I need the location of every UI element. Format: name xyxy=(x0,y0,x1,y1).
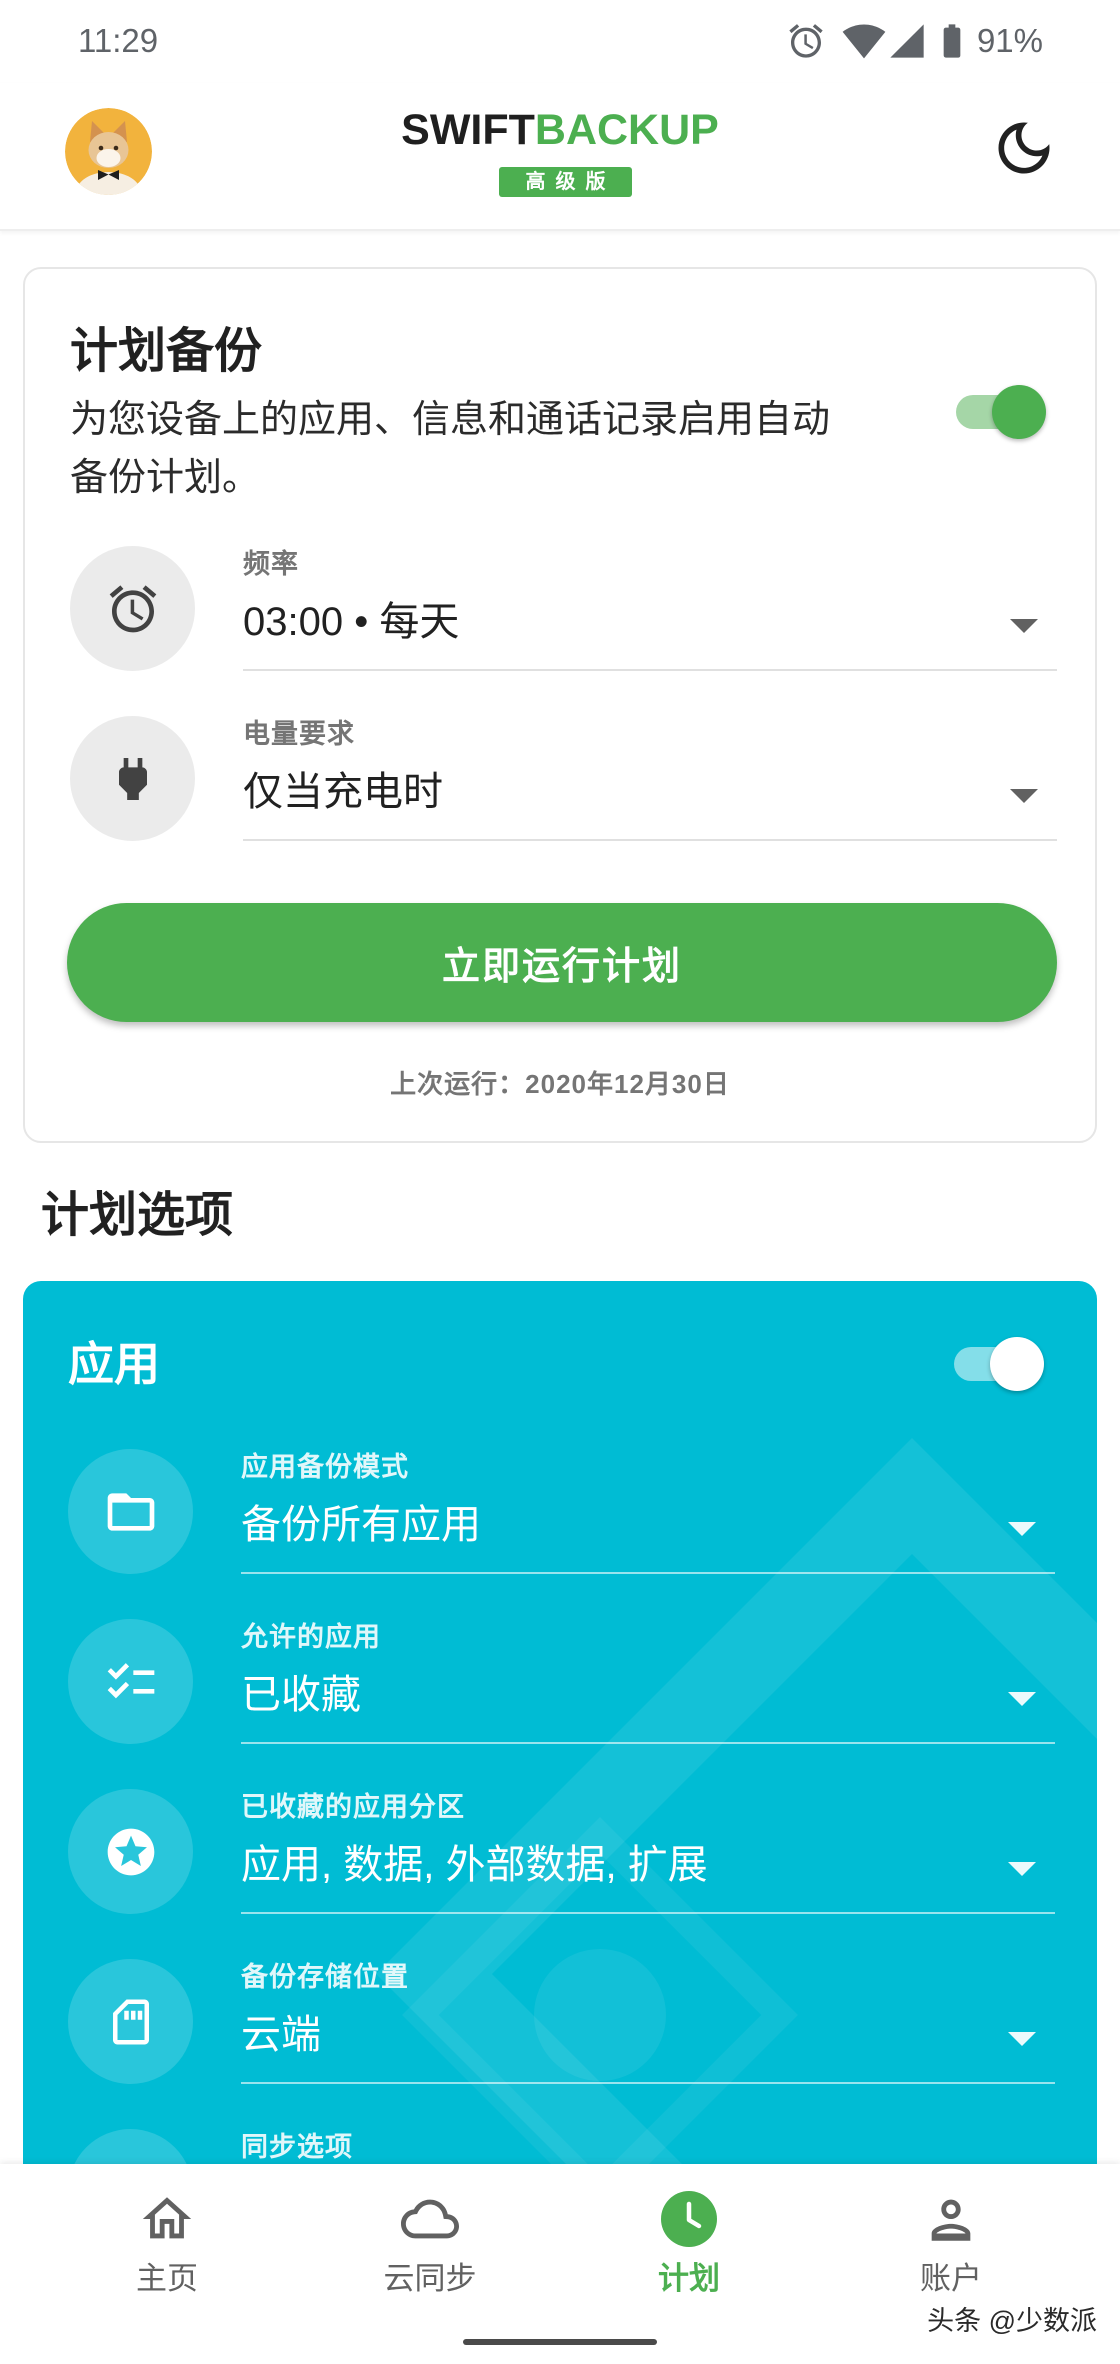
person-icon xyxy=(922,2190,980,2248)
sd-card-icon xyxy=(68,1959,193,2084)
setting-value: 已收藏 xyxy=(241,1673,361,1717)
setting-label: 电量要求 xyxy=(243,719,355,749)
setting-row-favorite-app-parts[interactable]: 已收藏的应用分区 应用, 数据, 外部数据, 扩展 xyxy=(68,1789,1055,1914)
setting-value: 应用, 数据, 外部数据, 扩展 xyxy=(241,1843,708,1887)
setting-label: 应用备份模式 xyxy=(241,1452,409,1482)
setting-label: 频率 xyxy=(243,549,299,579)
nav-label: 计划 xyxy=(658,2261,720,2296)
dropdown-arrow-icon xyxy=(1008,1692,1036,1706)
schedule-backup-card: 计划备份 为您设备上的应用、信息和通话记录启用自动备份计划。 频率 03:00 … xyxy=(23,267,1097,1143)
nav-item-schedule[interactable]: 计划 xyxy=(589,2164,789,2314)
schedule-clock-icon xyxy=(660,2190,718,2248)
card-title: 计划备份 xyxy=(70,325,263,378)
status-icons: 91% xyxy=(786,20,1043,62)
alarm-icon xyxy=(786,21,826,61)
setting-row-backup-location[interactable]: 备份存储位置 云端 xyxy=(68,1959,1055,2084)
edition-badge: 高级版 xyxy=(499,167,632,197)
nav-label: 云同步 xyxy=(383,2261,477,2296)
divider xyxy=(241,2082,1055,2084)
setting-label: 已收藏的应用分区 xyxy=(241,1792,465,1822)
battery-percentage: 91% xyxy=(976,22,1043,59)
setting-value: 备份所有应用 xyxy=(241,1503,481,1547)
last-run-text: 上次运行：2020年12月30日 xyxy=(390,1069,730,1099)
schedule-enable-toggle[interactable] xyxy=(956,385,1046,439)
star-circle-icon xyxy=(68,1789,193,1914)
nav-item-cloud-sync[interactable]: 云同步 xyxy=(330,2164,530,2314)
watermark: 头条 @少数派 xyxy=(927,2306,1097,2336)
divider xyxy=(241,1572,1055,1574)
dropdown-arrow-icon xyxy=(1010,789,1038,803)
cloud-icon xyxy=(401,2190,459,2248)
setting-row-power-requirement[interactable]: 电量要求 仅当充电时 xyxy=(70,716,1057,841)
logo-primary: SWIFT xyxy=(401,106,535,154)
theme-toggle-button[interactable] xyxy=(990,114,1058,182)
app-logo: SWIFTBACKUP xyxy=(0,109,1120,152)
dropdown-arrow-icon xyxy=(1008,2032,1036,2046)
alarm-clock-icon xyxy=(70,546,195,671)
dropdown-arrow-icon xyxy=(1008,1862,1036,1876)
setting-row-allowed-apps[interactable]: 允许的应用 已收藏 xyxy=(68,1619,1055,1744)
setting-label: 备份存储位置 xyxy=(241,1962,409,1992)
divider xyxy=(241,1742,1055,1744)
apps-enable-toggle[interactable] xyxy=(954,1337,1044,1391)
nav-label: 账户 xyxy=(920,2261,982,2296)
run-schedule-now-button[interactable]: 立即运行计划 xyxy=(67,903,1057,1022)
status-bar: 11:29 91% xyxy=(0,0,1120,83)
setting-row-app-backup-mode[interactable]: 应用备份模式 备份所有应用 xyxy=(68,1449,1055,1574)
gesture-navigation-bar[interactable] xyxy=(463,2339,657,2345)
app-header: SWIFTBACKUP 高级版 xyxy=(0,83,1120,231)
home-icon xyxy=(138,2190,196,2248)
nav-item-account[interactable]: 账户 xyxy=(851,2164,1051,2314)
apps-section-title: 应用 xyxy=(68,1338,160,1390)
status-time: 11:29 xyxy=(78,22,159,59)
schedule-options-heading: 计划选项 xyxy=(41,1189,234,1242)
cell-signal-icon xyxy=(887,21,927,61)
setting-value: 03:00 • 每天 xyxy=(243,600,460,644)
nav-item-home[interactable]: 主页 xyxy=(67,2164,267,2314)
wifi-icon xyxy=(842,19,886,63)
plug-icon xyxy=(70,716,195,841)
moon-icon xyxy=(990,114,1058,182)
setting-label: 同步选项 xyxy=(241,2132,353,2162)
toggle-knob xyxy=(990,1337,1044,1391)
logo-accent: BACKUP xyxy=(534,106,719,154)
divider xyxy=(243,669,1057,671)
setting-value: 仅当充电时 xyxy=(243,770,443,814)
setting-value: 云端 xyxy=(241,2013,321,2057)
setting-row-frequency[interactable]: 频率 03:00 • 每天 xyxy=(70,546,1057,671)
dropdown-arrow-icon xyxy=(1010,619,1038,633)
divider xyxy=(243,839,1057,841)
dropdown-arrow-icon xyxy=(1008,1522,1036,1536)
toggle-knob xyxy=(992,385,1046,439)
nav-label: 主页 xyxy=(136,2261,198,2296)
divider xyxy=(241,1912,1055,1914)
card-description: 为您设备上的应用、信息和通话记录启用自动备份计划。 xyxy=(70,399,831,499)
setting-label: 允许的应用 xyxy=(241,1622,381,1652)
battery-icon xyxy=(932,21,972,61)
folder-icon xyxy=(68,1449,193,1574)
checklist-icon xyxy=(68,1619,193,1744)
